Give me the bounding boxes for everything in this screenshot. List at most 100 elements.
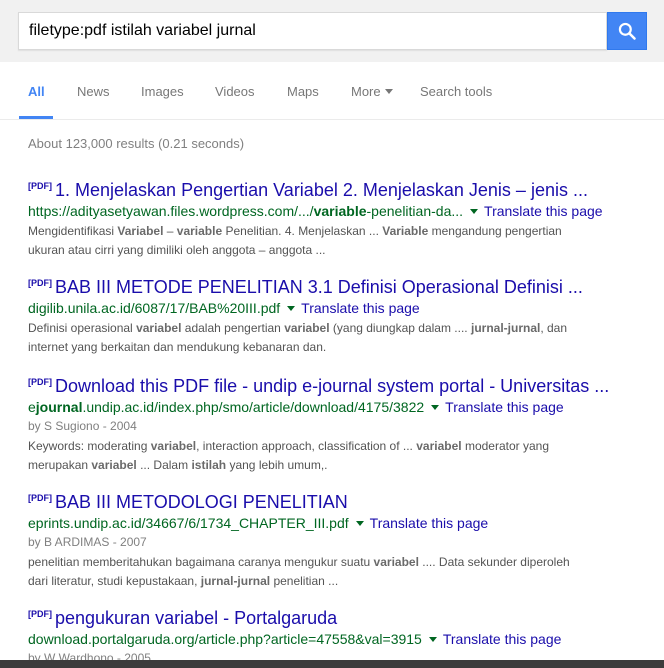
result-title-link[interactable]: [PDF] BAB III METODE PENELITIAN 3.1 Defin… [28, 272, 658, 298]
result-title-link[interactable]: [PDF] Download this PDF file - undip e-jo… [28, 371, 658, 397]
search-input[interactable] [29, 13, 599, 49]
snippet-text: Definisi operasional [28, 321, 137, 335]
snippet-text: .... Data sekunder diperoleh [418, 555, 570, 569]
snippet-text: penelitian memberitahukan bagaimana cara… [28, 555, 374, 569]
url-part: https://adityasetyawan.files.wordpress.c… [28, 203, 314, 219]
snippet-bold: variabel [373, 555, 419, 569]
result-url[interactable]: download.portalgaruda.org/article.php?ar… [28, 631, 422, 647]
translate-link[interactable]: Translate this page [301, 300, 420, 316]
result-url[interactable]: https://adityasetyawan.files.wordpress.c… [28, 203, 463, 219]
tab-more-label: More [351, 84, 381, 99]
pdf-tag: [PDF] [28, 181, 52, 191]
result-title: BAB III METODOLOGI PENELITIAN [55, 492, 348, 512]
url-dropdown-arrow-icon[interactable] [287, 306, 296, 311]
search-header [0, 0, 664, 62]
url-part-bold: journal [35, 399, 83, 415]
search-result: [PDF] BAB III METODE PENELITIAN 3.1 Defin… [28, 272, 658, 357]
snippet-text: Mengidentifikasi [28, 224, 118, 238]
pdf-tag: [PDF] [28, 377, 52, 387]
snippet-text: dari literatur, studi kepustakaan, [28, 574, 201, 588]
result-url-line: https://adityasetyawan.files.wordpress.c… [28, 202, 658, 220]
search-box[interactable] [18, 12, 607, 50]
translate-link[interactable]: Translate this page [445, 399, 564, 415]
result-url[interactable]: ejournal.undip.ac.id/index.php/smo/artic… [28, 399, 424, 415]
snippet-bold: Variable [382, 224, 429, 238]
result-url-line: ejournal.undip.ac.id/index.php/smo/artic… [28, 398, 658, 416]
search-result: [PDF] BAB III METODOLOGI PENELITIAN eprin… [28, 487, 658, 591]
snippet-bold: jurnal-jurnal [200, 574, 271, 588]
url-dropdown-arrow-icon[interactable] [355, 521, 364, 526]
pdf-tag: [PDF] [28, 493, 52, 503]
translate-link[interactable]: Translate this page [443, 631, 562, 647]
bottom-edge-bar [0, 660, 664, 668]
result-title-link[interactable]: [PDF] 1. Menjelaskan Pengertian Variabel … [28, 175, 658, 201]
result-url[interactable]: digilib.unila.ac.id/6087/17/BAB%20III.pd… [28, 300, 280, 316]
search-tabs: All News Images Videos Maps More Search … [0, 62, 664, 120]
result-snippet: Keywords: moderating variabel, interacti… [28, 437, 628, 475]
tab-search-tools[interactable]: Search tools [420, 84, 492, 99]
result-url[interactable]: eprints.undip.ac.id/34667/6/1734_CHAPTER… [28, 515, 349, 531]
result-url-line: download.portalgaruda.org/article.php?ar… [28, 630, 658, 648]
tab-news[interactable]: News [77, 84, 110, 99]
snippet-text: Keywords: moderating [28, 439, 151, 453]
result-title: BAB III METODE PENELITIAN 3.1 Definisi O… [55, 277, 583, 297]
snippet-text: merupakan [28, 458, 92, 472]
snippet-text: penelitian ... [270, 574, 339, 588]
tab-maps[interactable]: Maps [287, 84, 319, 99]
url-part: .undip.ac.id/index.php/smo/article/downl… [82, 399, 425, 415]
result-author-year: by S Sugiono - 2004 [28, 419, 137, 433]
snippet-text: moderator yang [461, 439, 549, 453]
tab-all[interactable]: All [28, 84, 45, 99]
translate-link[interactable]: Translate this page [484, 203, 603, 219]
search-icon [618, 22, 636, 40]
search-result: [PDF] pengukuran variabel - Portalgaruda … [28, 603, 658, 667]
result-url-line: digilib.unila.ac.id/6087/17/BAB%20III.pd… [28, 299, 658, 317]
pdf-tag: [PDF] [28, 278, 52, 288]
search-result: [PDF] Download this PDF file - undip e-jo… [28, 371, 658, 475]
snippet-bold: variabel [136, 321, 182, 335]
snippet-text: yang lebih umum,. [226, 458, 328, 472]
result-title-link[interactable]: [PDF] BAB III METODOLOGI PENELITIAN [28, 487, 658, 513]
result-title-link[interactable]: [PDF] pengukuran variabel - Portalgaruda [28, 603, 658, 629]
url-part: e [28, 399, 36, 415]
tab-videos[interactable]: Videos [215, 84, 255, 99]
snippet-bold: variabel [91, 458, 137, 472]
snippet-text: internet yang berkaitan dan mendukung ke… [28, 340, 327, 354]
url-part: -penelitian-da... [366, 203, 464, 219]
tab-images[interactable]: Images [141, 84, 184, 99]
snippet-bold: variabel [416, 439, 462, 453]
result-url-line: eprints.undip.ac.id/34667/6/1734_CHAPTER… [28, 514, 658, 532]
result-stats: About 123,000 results (0.21 seconds) [28, 136, 245, 151]
snippet-text: (yang diungkap dalam .... [329, 321, 471, 335]
snippet-bold: variabel [284, 321, 330, 335]
search-button[interactable] [607, 12, 647, 50]
url-dropdown-arrow-icon[interactable] [428, 637, 437, 642]
result-title: 1. Menjelaskan Pengertian Variabel 2. Me… [55, 180, 588, 200]
active-tab-indicator [19, 116, 53, 119]
result-snippet: Definisi operasional variabel adalah pen… [28, 319, 628, 357]
snippet-text: adalah pengertian [181, 321, 285, 335]
pdf-tag: [PDF] [28, 609, 52, 619]
snippet-text: mengandung pengertian [428, 224, 562, 238]
snippet-bold: istilah [191, 458, 227, 472]
snippet-bold: variable [176, 224, 223, 238]
result-title: pengukuran variabel - Portalgaruda [55, 608, 338, 628]
dropdown-arrow-icon [384, 89, 393, 94]
url-dropdown-arrow-icon[interactable] [470, 209, 479, 214]
result-title: Download this PDF file - undip e-journal… [55, 376, 610, 396]
result-author-year: by B ARDIMAS - 2007 [28, 535, 147, 549]
translate-link[interactable]: Translate this page [370, 515, 489, 531]
url-part-bold: variable [313, 203, 367, 219]
url-dropdown-arrow-icon[interactable] [431, 405, 440, 410]
search-result: [PDF] 1. Menjelaskan Pengertian Variabel … [28, 175, 658, 260]
snippet-text: Penelitian. 4. Menjelaskan ... [222, 224, 383, 238]
result-snippet: Mengidentifikasi Variabel – variable Pen… [28, 222, 628, 260]
snippet-text: , interaction approach, classification o… [196, 439, 417, 453]
snippet-bold: jurnal-jurnal [470, 321, 541, 335]
snippet-text: – [163, 224, 177, 238]
snippet-bold: variabel [150, 439, 197, 453]
snippet-bold: Variabel [117, 224, 164, 238]
tab-more[interactable]: More [351, 84, 393, 99]
result-snippet: penelitian memberitahukan bagaimana cara… [28, 553, 628, 591]
snippet-text: ... Dalam [136, 458, 192, 472]
